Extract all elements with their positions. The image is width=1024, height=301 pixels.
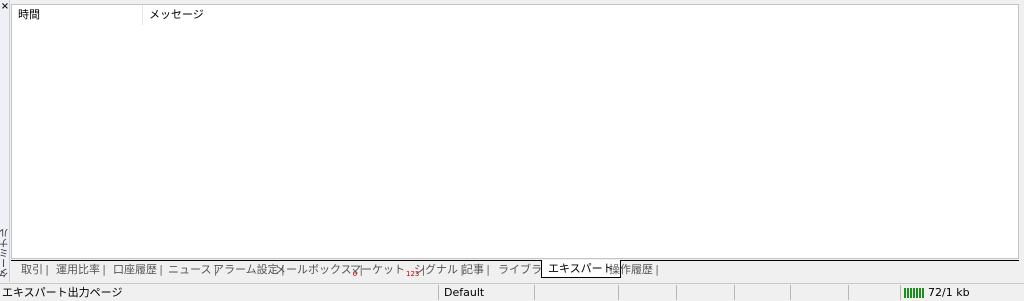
tab-account-history[interactable]: 口座履歴	[113, 261, 163, 278]
tab-label: エキスパート	[548, 262, 614, 275]
tab-label: メールボックス	[275, 263, 352, 276]
status-divider	[618, 285, 619, 300]
expert-log-list[interactable]: 時間 メッセージ	[11, 4, 1019, 259]
tab-label: 記事	[462, 263, 484, 276]
close-icon[interactable]: ×	[0, 2, 10, 12]
column-header-message[interactable]: メッセージ	[143, 5, 443, 25]
tab-label: 運用比率	[56, 263, 100, 276]
tab-label: アラーム設定	[213, 263, 279, 276]
status-divider	[790, 285, 791, 300]
tab-news[interactable]: ニュース	[168, 261, 218, 278]
status-divider	[438, 285, 439, 300]
tab-label: 取引	[21, 263, 43, 276]
tab-label: シグナル	[414, 263, 458, 276]
column-header-time[interactable]: 時間	[12, 5, 143, 25]
tab-journal[interactable]: 操作履歴	[609, 261, 659, 278]
status-bar: エキスパート出力ページ Default 72/1 kb	[0, 283, 1024, 301]
list-header: 時間 メッセージ	[12, 5, 1018, 25]
tab-label: マーケット	[350, 263, 405, 276]
status-traffic: 72/1 kb	[928, 286, 970, 299]
status-divider	[534, 285, 535, 300]
tab-label: ニュース	[168, 263, 212, 276]
tab-trade[interactable]: 取引	[21, 261, 49, 278]
status-divider	[848, 285, 849, 300]
connection-status-icon[interactable]	[904, 288, 924, 298]
tab-label: 口座履歴	[113, 263, 157, 276]
terminal-tab-bar: 取引 運用比率 口座履歴 ニュース アラーム設定 メールボックス6 マーケット1…	[11, 260, 1019, 278]
tab-alerts[interactable]: アラーム設定	[213, 261, 285, 278]
status-divider	[900, 285, 901, 300]
terminal-side-panel: × ターミナル	[0, 0, 11, 282]
status-profile[interactable]: Default	[444, 284, 484, 301]
tab-articles[interactable]: 記事	[462, 261, 490, 278]
status-divider	[676, 285, 677, 300]
tab-label: 操作履歴	[609, 263, 653, 276]
tab-signals[interactable]: シグナル	[414, 261, 464, 278]
status-divider	[734, 285, 735, 300]
tab-exposure[interactable]: 運用比率	[56, 261, 106, 278]
status-help-text: エキスパート出力ページ	[2, 286, 123, 299]
